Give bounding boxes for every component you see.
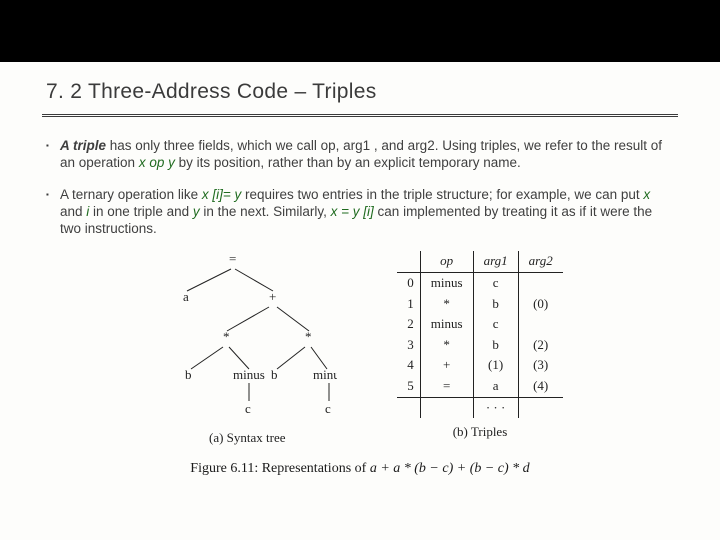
term-x: x — [643, 187, 650, 202]
triples-table-wrap: op arg1 arg2 0minusc 1*b(0) 2minusc 3*b(… — [397, 251, 562, 446]
bullet-1-text: A triple has only three fields, which we… — [60, 137, 674, 172]
th-arg1: arg1 — [473, 251, 518, 272]
node-a: a — [183, 289, 189, 304]
bullet-2-text: A ternary operation like x [i]= y requir… — [60, 186, 674, 238]
table-row: 2minusc — [397, 314, 562, 335]
triples-header-row: op arg1 arg2 — [397, 251, 562, 272]
slide-content: ▪ A triple has only three fields, which … — [42, 117, 678, 478]
b2-t1: A ternary operation like — [60, 187, 202, 202]
bullet-1: ▪ A triple has only three fields, which … — [46, 137, 674, 172]
term-xiy: x [i]= y — [202, 187, 241, 202]
node-star-l: * — [223, 329, 230, 344]
table-row: 5=a(4) — [397, 376, 562, 397]
fig-expr: a + a * (b − c) + (b − c) * d — [370, 461, 530, 476]
node-minus-1: minus — [233, 367, 265, 382]
syntax-tree: = a + * * — [157, 251, 337, 446]
node-plus: + — [269, 289, 276, 304]
figure-row: = a + * * — [46, 251, 674, 446]
bullet-glyph: ▪ — [46, 186, 60, 238]
table-row: 1*b(0) — [397, 294, 562, 315]
b2-t9: in the next. Similarly, — [200, 204, 331, 219]
slide-title: 7. 2 Three-Address Code – Triples — [42, 62, 678, 117]
fig-label: Figure 6.11: Representations of — [190, 461, 370, 476]
b2-t3: requires two entries in the triple struc… — [241, 187, 643, 202]
term-xeqyi: x = y [i] — [331, 204, 374, 219]
caption-a: (a) Syntax tree — [157, 430, 337, 447]
triples-body: 0minusc 1*b(0) 2minusc 3*b(2) 4+(1)(3) 5… — [397, 272, 562, 418]
th-op: op — [420, 251, 473, 272]
term-xopy: x op y — [139, 155, 175, 170]
bullet-2: ▪ A ternary operation like x [i]= y requ… — [46, 186, 674, 238]
th-arg2: arg2 — [518, 251, 563, 272]
table-row-dots: · · · — [397, 397, 562, 418]
table-row: 4+(1)(3) — [397, 355, 562, 376]
node-c-2: c — [325, 401, 331, 416]
b1-t4: by its position, rather than by an expli… — [175, 155, 521, 170]
term-y: y — [193, 204, 200, 219]
b2-t7: in one triple and — [89, 204, 193, 219]
term-a-triple: A triple — [60, 138, 106, 153]
node-b-1: b — [185, 367, 192, 382]
slide-body: 7. 2 Three-Address Code – Triples ▪ A tr… — [0, 62, 720, 478]
bullet-glyph: ▪ — [46, 137, 60, 172]
caption-b: (b) Triples — [397, 424, 562, 441]
node-c-1: c — [245, 401, 251, 416]
table-row: 3*b(2) — [397, 335, 562, 356]
node-star-r: * — [305, 329, 312, 344]
node-minus-2: minus — [313, 367, 337, 382]
triples-table: op arg1 arg2 0minusc 1*b(0) 2minusc 3*b(… — [397, 251, 562, 418]
node-eq: = — [229, 251, 236, 266]
node-b-2: b — [271, 367, 278, 382]
top-black-band — [0, 0, 720, 62]
figure-caption: Figure 6.11: Representations of a + a * … — [46, 460, 674, 478]
syntax-tree-svg: = a + * * — [157, 251, 337, 419]
b2-t5: and — [60, 204, 86, 219]
table-row: 0minusc — [397, 272, 562, 293]
